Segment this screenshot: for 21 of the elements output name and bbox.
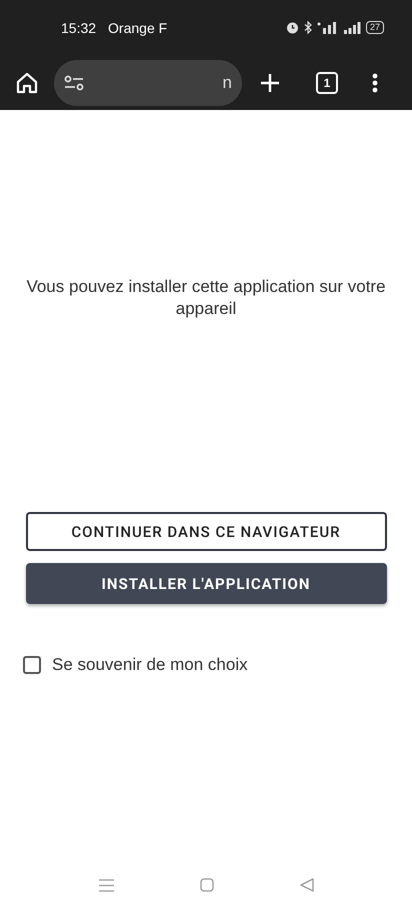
menu-icon[interactable] xyxy=(98,878,114,892)
home-icon[interactable] xyxy=(16,72,38,94)
new-tab-icon[interactable] xyxy=(260,72,280,92)
signal-icon xyxy=(344,22,361,34)
carrier-name: Orange F xyxy=(108,20,168,36)
install-message: Vous pouvez installer cette application sur votre appareil xyxy=(26,276,386,320)
battery-indicator: 27 xyxy=(366,21,384,34)
status-time: 15:32 xyxy=(61,20,96,36)
home-button-icon[interactable] xyxy=(200,878,214,892)
checkbox-label: Se souvenir de mon choix xyxy=(52,655,248,675)
tune-icon[interactable] xyxy=(64,74,84,90)
install-button[interactable]: INSTALLER L'APPLICATION xyxy=(26,563,386,604)
back-icon[interactable] xyxy=(300,878,314,892)
address-field[interactable]: n xyxy=(54,60,242,106)
signal-icon xyxy=(316,22,339,34)
bluetooth-icon xyxy=(304,21,312,34)
checkbox[interactable] xyxy=(23,656,41,674)
continue-button[interactable]: CONTINUER DANS CE NAVIGATEUR xyxy=(26,512,386,551)
tab-switcher[interactable]: 1 xyxy=(316,72,338,94)
alarm-icon xyxy=(286,21,299,34)
more-icon[interactable] xyxy=(372,72,378,92)
